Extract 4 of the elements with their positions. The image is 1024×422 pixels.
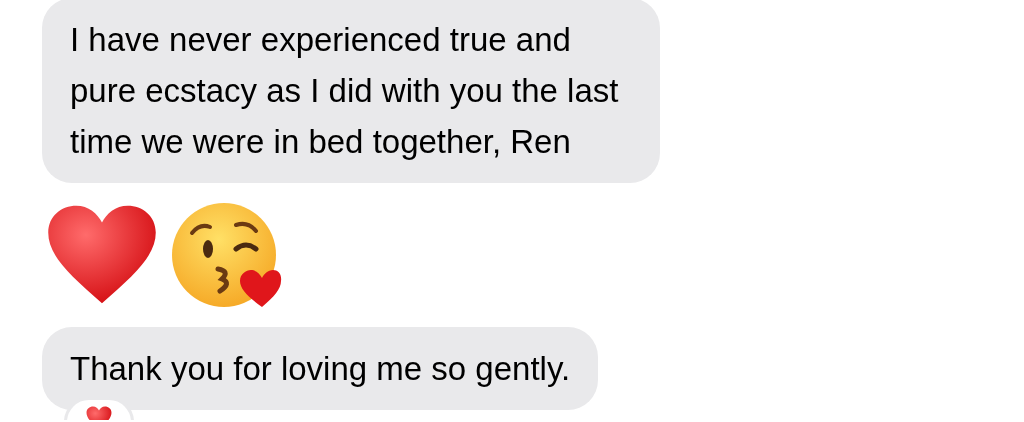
kissing-face-icon: [170, 201, 282, 309]
message-text: Thank you for loving me so gently.: [70, 349, 571, 389]
message-text: I have never experienced true and pure ecstacy as I did with you the last time we were in bed together, Ren: [70, 20, 620, 162]
heart-icon: [46, 204, 158, 306]
